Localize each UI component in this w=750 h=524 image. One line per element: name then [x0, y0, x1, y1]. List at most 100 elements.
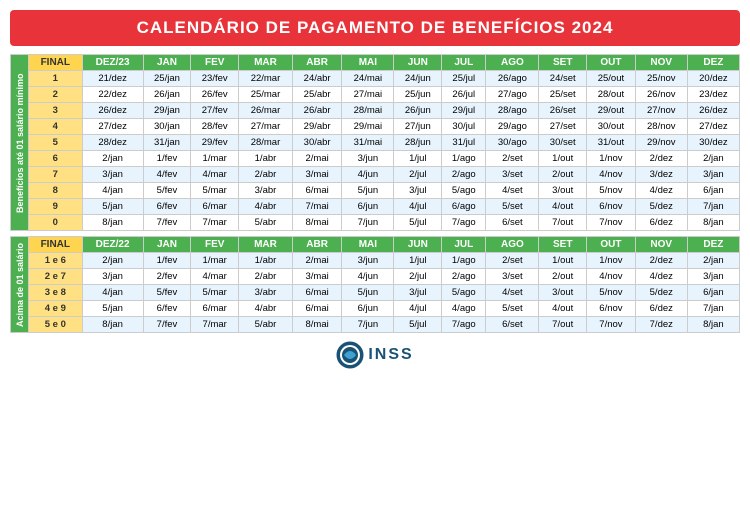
table-cell: 25/mar	[239, 87, 293, 103]
table-cell: 24/abr	[292, 71, 341, 87]
table-cell: 3/mai	[292, 167, 341, 183]
top-data-row: 95/jan6/fev6/mar4/abr7/mai6/jun4/jul6/ag…	[11, 199, 740, 215]
table-cell: 8/jan	[82, 317, 143, 333]
table-cell: 1/abr	[239, 253, 293, 269]
table-cell: 28/dez	[82, 135, 143, 151]
table-cell: 1/jul	[394, 151, 442, 167]
col-header-jun: JUN	[394, 55, 442, 71]
table-cell: 7/out	[539, 317, 587, 333]
table-cell: 5/dez	[635, 285, 687, 301]
table-cell: 6/jan	[687, 285, 739, 301]
table-cell: 7/ago	[442, 317, 486, 333]
table-cell: 5/ago	[442, 285, 486, 301]
footer: INSS	[336, 341, 413, 369]
table-cell: 20/dez	[687, 71, 739, 87]
table-cell: 8	[29, 183, 83, 199]
bottom-section-header-row: Acima de 01 salárioFINALDEZ/22JANFEVMARA…	[11, 237, 740, 253]
table-cell: 2/jan	[687, 151, 739, 167]
table-cell: 7/mai	[292, 199, 341, 215]
table-cell: 5/dez	[635, 199, 687, 215]
bottom-col-header: NOV	[635, 237, 687, 253]
table-cell: 29/nov	[635, 135, 687, 151]
table-cell: 28/fev	[191, 119, 239, 135]
table-cell: 27/jun	[394, 119, 442, 135]
table-cell: 5/mar	[191, 183, 239, 199]
table-cell: 7/jan	[687, 199, 739, 215]
table-cell: 27/set	[539, 119, 587, 135]
table-cell: 7/ago	[442, 215, 486, 231]
table-cell: 4/set	[486, 285, 539, 301]
table-cell: 4/abr	[239, 199, 293, 215]
table-cell: 6/nov	[587, 301, 636, 317]
table-cell: 26/ago	[486, 71, 539, 87]
table-cell: 24/set	[539, 71, 587, 87]
table-cell: 1/nov	[587, 151, 636, 167]
table-cell: 1/fev	[143, 253, 191, 269]
table-cell: 2/abr	[239, 269, 293, 285]
inss-logo: INSS	[336, 341, 413, 369]
table-cell: 2/jan	[687, 253, 739, 269]
table-cell: 28/mar	[239, 135, 293, 151]
col-header-abr: ABR	[292, 55, 341, 71]
bottom-col-header: DEZ/22	[82, 237, 143, 253]
table-cell: 4/mar	[191, 269, 239, 285]
table-cell: 4/jan	[82, 183, 143, 199]
table-cell: 25/jun	[394, 87, 442, 103]
table-cell: 26/dez	[687, 103, 739, 119]
table-cell: 27/nov	[635, 103, 687, 119]
table-cell: 8/jan	[82, 215, 143, 231]
table-cell: 4	[29, 119, 83, 135]
table-cell: 25/jul	[442, 71, 486, 87]
table-cell: 30/out	[587, 119, 636, 135]
page-title: CALENDÁRIO DE PAGAMENTO DE BENEFÍCIOS 20…	[14, 18, 736, 38]
table-cell: 4/fev	[143, 167, 191, 183]
table-cell: 4/out	[539, 301, 587, 317]
table-cell: 2/jan	[82, 151, 143, 167]
table-cell: 3/jun	[342, 151, 394, 167]
table-cell: 4/abr	[239, 301, 293, 317]
col-header-jan: JAN	[143, 55, 191, 71]
bottom-col-header: JAN	[143, 237, 191, 253]
table-cell: 6/ago	[442, 199, 486, 215]
table-cell: 5/jul	[394, 215, 442, 231]
table-cell: 26/jan	[143, 87, 191, 103]
top-data-row: 62/jan1/fev1/mar1/abr2/mai3/jun1/jul1/ag…	[11, 151, 740, 167]
table-cell: 4/dez	[635, 269, 687, 285]
top-data-row: 08/jan7/fev7/mar5/abr8/mai7/jun5/jul7/ag…	[11, 215, 740, 231]
table-cell: 27/fev	[191, 103, 239, 119]
table-cell: 23/dez	[687, 87, 739, 103]
table-cell: 29/jul	[442, 103, 486, 119]
table-cell: 2/fev	[143, 269, 191, 285]
table-cell: 3/jan	[82, 167, 143, 183]
bottom-col-header: FINAL	[29, 237, 83, 253]
table-cell: 7/mar	[191, 317, 239, 333]
table-cell: 29/abr	[292, 119, 341, 135]
table-cell: 2/set	[486, 253, 539, 269]
table-cell: 25/abr	[292, 87, 341, 103]
table-cell: 5/nov	[587, 183, 636, 199]
table-cell: 3/jul	[394, 183, 442, 199]
table-cell: 6/mar	[191, 301, 239, 317]
table-cell: 7/dez	[635, 317, 687, 333]
bottom-col-header: DEZ	[687, 237, 739, 253]
col-header-dez: DEZ	[687, 55, 739, 71]
table-cell: 26/jul	[442, 87, 486, 103]
table-cell: 3/set	[486, 167, 539, 183]
table-cell: 3/abr	[239, 285, 293, 301]
table-cell: 1/ago	[442, 151, 486, 167]
table-cell: 7/mar	[191, 215, 239, 231]
table-cell: 2/jul	[394, 167, 442, 183]
table-cell: 1/mar	[191, 253, 239, 269]
table-cell: 8/jan	[687, 215, 739, 231]
bottom-section-label: Acima de 01 salário	[11, 237, 29, 333]
table-cell: 5/set	[486, 199, 539, 215]
table-cell: 6/jan	[687, 183, 739, 199]
table-cell: 7	[29, 167, 83, 183]
table-cell: 4/nov	[587, 167, 636, 183]
table-cell: 29/fev	[191, 135, 239, 151]
table-cell: 30/set	[539, 135, 587, 151]
table-cell: 26/jun	[394, 103, 442, 119]
table-cell: 21/dez	[82, 71, 143, 87]
table-cell: 26/fev	[191, 87, 239, 103]
table-cell: 5/set	[486, 301, 539, 317]
